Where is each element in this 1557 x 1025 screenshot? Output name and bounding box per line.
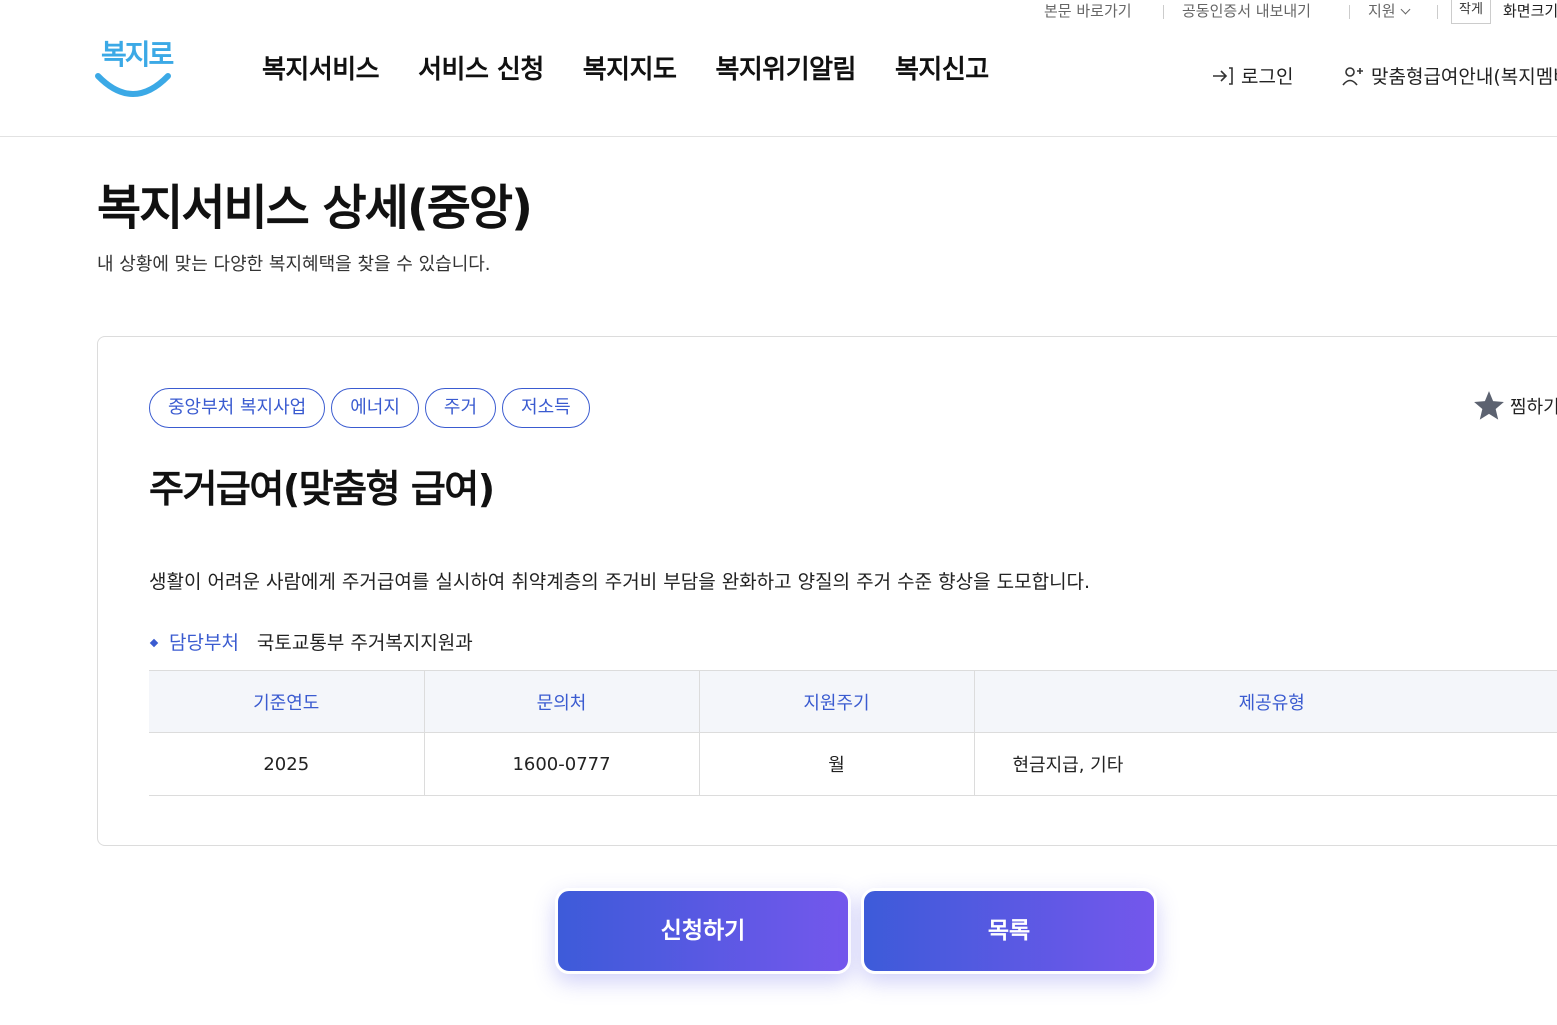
header-contact: 문의처 xyxy=(424,670,700,733)
tag-energy[interactable]: 에너지 xyxy=(331,388,419,428)
login-label: 로그인 xyxy=(1241,66,1294,88)
cell-base-year: 2025 xyxy=(149,732,425,796)
favorite-label: 찜하기 xyxy=(1510,397,1557,418)
tag-low-income[interactable]: 저소득 xyxy=(502,388,590,428)
table-row: 2025 1600-0777 월 현금지급, 기타 xyxy=(149,732,1557,796)
cell-support-cycle: 월 xyxy=(699,732,975,796)
header-base-year: 기준연도 xyxy=(149,670,425,733)
tag-list: 중앙부처 복지사업 에너지 주거 저소득 xyxy=(149,388,596,428)
department-info: 담당부처 국토교통부 주거복지지원과 xyxy=(149,629,473,657)
login-icon xyxy=(1213,66,1233,85)
service-title: 주거급여(맞춤형 급여) xyxy=(149,467,495,511)
guide-label: 맞춤형급여안내(복지멤버십) xyxy=(1371,66,1557,88)
main-nav: 복지서비스 서비스 신청 복지지도 복지위기알림 복지신고 xyxy=(262,52,1028,88)
service-detail-card: 중앙부처 복지사업 에너지 주거 저소득 찜하기 주거급여(맞춤형 급여) 생활… xyxy=(97,336,1557,846)
cell-provision-type: 현금지급, 기타 xyxy=(974,732,1557,796)
star-icon xyxy=(1474,391,1504,420)
logo[interactable]: 복지로 xyxy=(95,36,174,102)
cell-contact: 1600-0777 xyxy=(424,732,700,796)
department-value: 국토교통부 주거복지지원과 xyxy=(256,632,473,654)
custom-benefit-guide-link[interactable]: 맞춤형급여안내(복지멤버십) xyxy=(1341,62,1557,89)
bullet-icon xyxy=(149,638,159,648)
logo-smile-icon xyxy=(95,73,171,97)
service-info-table: 기준연도 문의처 지원주기 제공유형 2025 1600-0777 월 현금지급… xyxy=(149,670,1557,796)
tag-central-ministry[interactable]: 중앙부처 복지사업 xyxy=(149,388,326,428)
apply-button[interactable]: 신청하기 xyxy=(555,888,851,974)
nav-service-apply[interactable]: 서비스 신청 xyxy=(418,52,544,88)
service-description: 생활이 어려운 사람에게 주거급여를 실시하여 취약계층의 주거비 부담을 완화… xyxy=(149,571,1091,593)
tag-housing[interactable]: 주거 xyxy=(424,388,497,428)
header-provision-type: 제공유형 xyxy=(974,670,1557,733)
nav-welfare-service[interactable]: 복지서비스 xyxy=(262,52,380,88)
logo-text: 복지로 xyxy=(101,38,174,71)
list-button[interactable]: 목록 xyxy=(861,888,1157,974)
nav-crisis-alert[interactable]: 복지위기알림 xyxy=(715,52,856,88)
login-link[interactable]: 로그인 xyxy=(1211,62,1293,89)
favorite-button[interactable]: 찜하기 xyxy=(1472,389,1557,423)
user-add-icon xyxy=(1342,66,1363,86)
department-label: 담당부처 xyxy=(169,632,239,654)
site-header: 복지로 복지서비스 서비스 신청 복지지도 복지위기알림 복지신고 로그인 맞춤… xyxy=(0,0,1557,137)
nav-welfare-report[interactable]: 복지신고 xyxy=(895,52,989,88)
page-title: 복지서비스 상세(중앙) xyxy=(97,180,533,236)
header-support-cycle: 지원주기 xyxy=(699,670,975,733)
page-description: 내 상황에 맞는 다양한 복지혜택을 찾을 수 있습니다. xyxy=(97,254,491,275)
nav-welfare-map[interactable]: 복지지도 xyxy=(583,52,677,88)
table-header-row: 기준연도 문의처 지원주기 제공유형 xyxy=(149,670,1557,733)
